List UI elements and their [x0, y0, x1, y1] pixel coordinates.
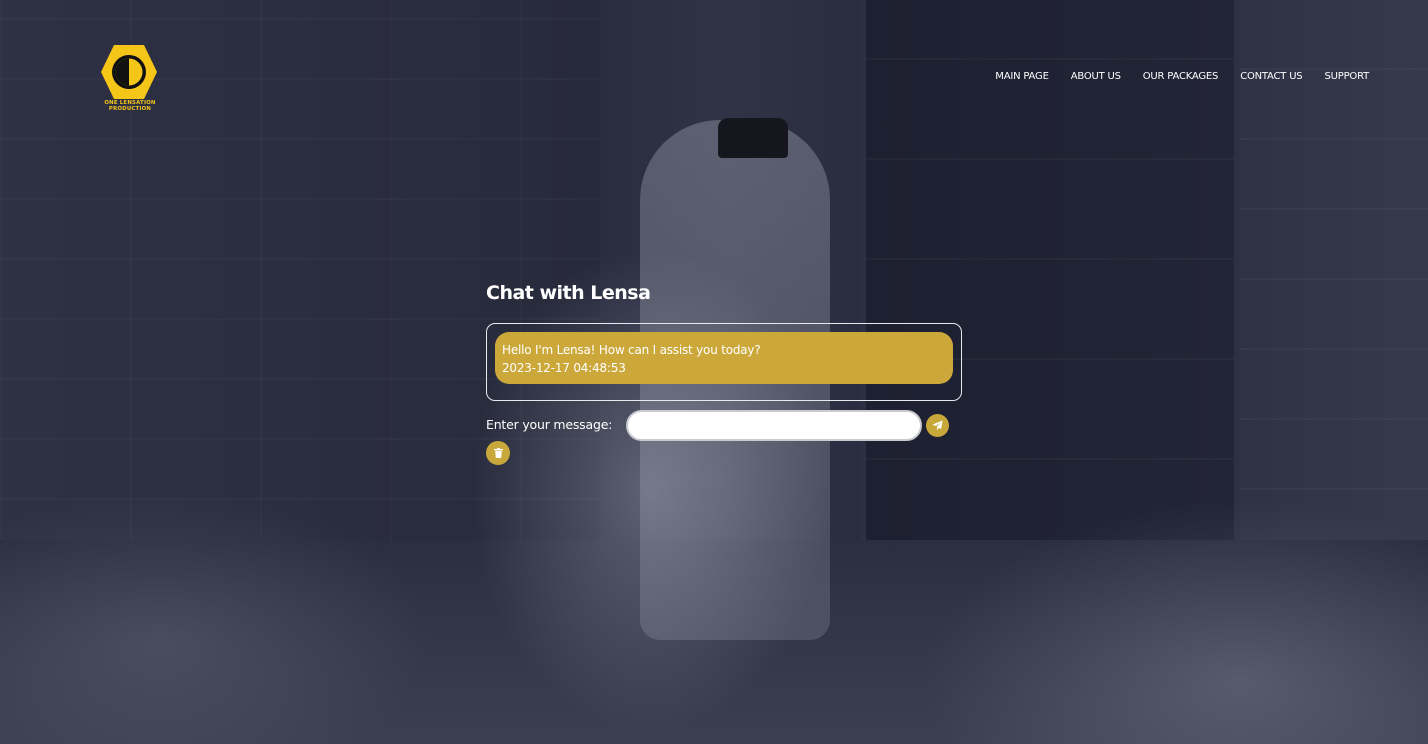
hexagon-lens-icon	[101, 45, 157, 99]
paper-plane-icon	[932, 420, 943, 431]
message-input-label: Enter your message:	[486, 417, 613, 432]
bot-message-bubble: Hello I'm Lensa! How can I assist you to…	[495, 332, 953, 384]
trash-icon	[493, 448, 503, 458]
brand-line-2: PRODUCTION	[108, 106, 152, 112]
chat-title: Chat with Lensa	[486, 282, 651, 304]
brand-logo[interactable]: ONE LENSATION PRODUCTION	[98, 44, 162, 116]
nav-main-page[interactable]: MAIN PAGE	[995, 71, 1049, 82]
message-input[interactable]	[626, 410, 922, 441]
main-nav: MAIN PAGE ABOUT US OUR PACKAGES CONTACT …	[995, 71, 1369, 82]
chat-messages[interactable]: Hello I'm Lensa! How can I assist you to…	[486, 323, 962, 401]
message-timestamp: 2023-12-17 04:48:53	[502, 361, 626, 375]
site-header: ONE LENSATION PRODUCTION MAIN PAGE ABOUT…	[0, 0, 1428, 130]
nav-our-packages[interactable]: OUR PACKAGES	[1143, 71, 1219, 82]
brand-name: ONE LENSATION PRODUCTION	[98, 100, 162, 112]
nav-support[interactable]: SUPPORT	[1324, 71, 1369, 82]
chat-panel: Chat with Lensa Hello I'm Lensa! How can…	[486, 282, 962, 465]
message-input-row: Enter your message:	[486, 410, 962, 442]
nav-contact-us[interactable]: CONTACT US	[1240, 71, 1302, 82]
send-button[interactable]	[926, 414, 949, 437]
clear-chat-button[interactable]	[486, 441, 510, 465]
nav-about-us[interactable]: ABOUT US	[1071, 71, 1121, 82]
message-text: Hello I'm Lensa! How can I assist you to…	[502, 343, 761, 357]
